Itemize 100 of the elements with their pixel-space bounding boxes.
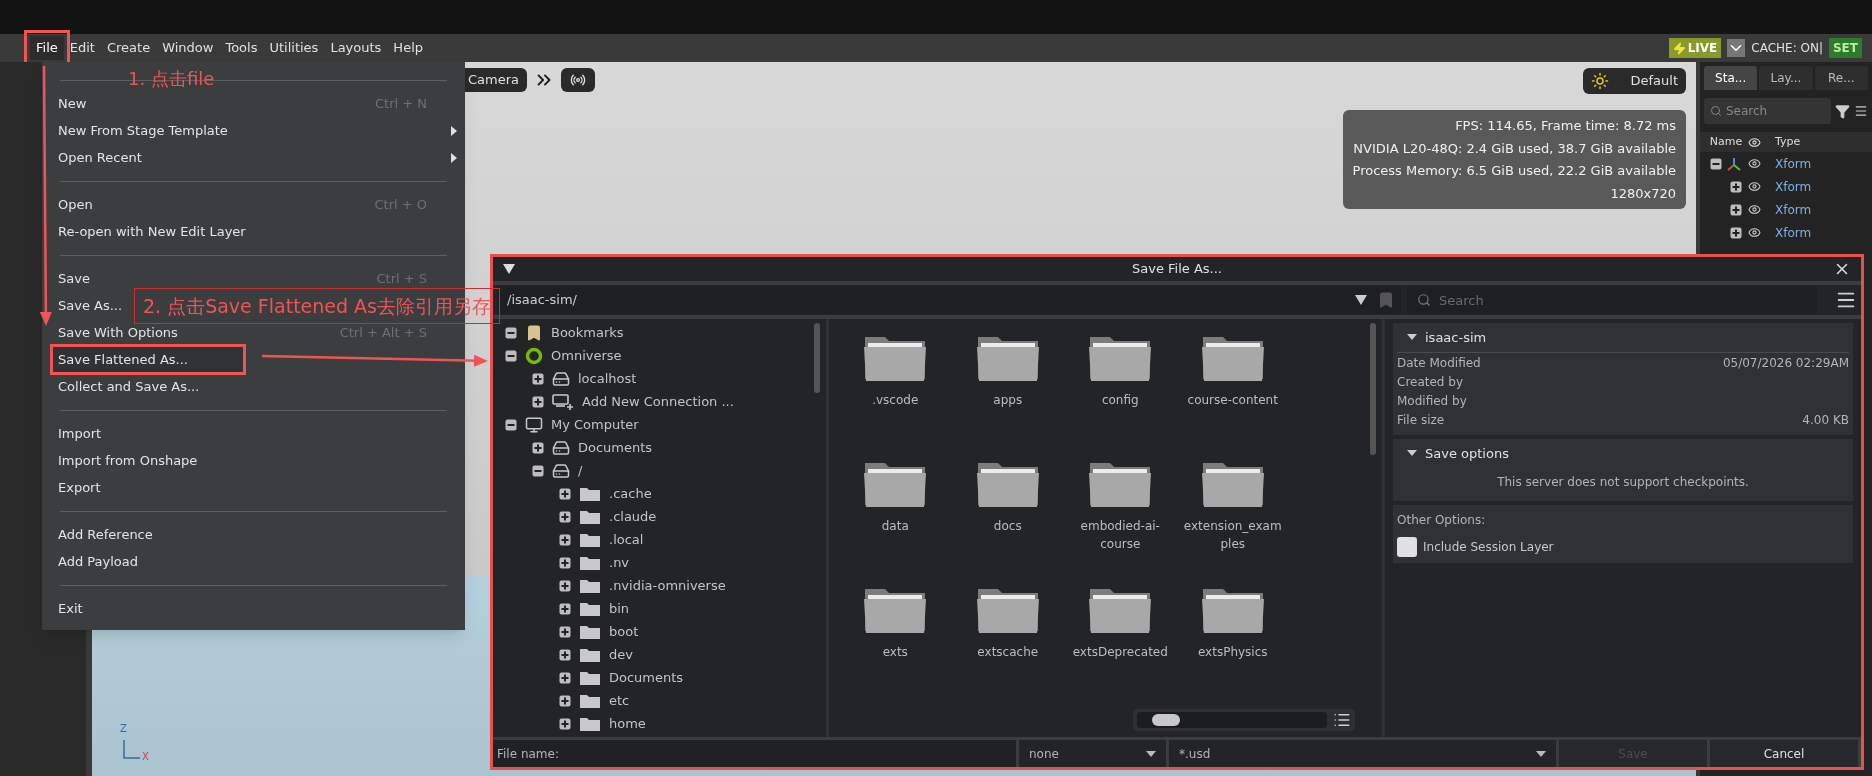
- tree-item[interactable]: Omniverse: [551, 345, 622, 366]
- expand-icon[interactable]: [1730, 226, 1742, 239]
- collapse-icon[interactable]: [505, 349, 517, 362]
- expand-icon[interactable]: [559, 602, 571, 615]
- dropdown-icon[interactable]: [1727, 39, 1746, 57]
- expand-icon[interactable]: [559, 717, 571, 730]
- tree-item[interactable]: .nv: [609, 552, 630, 573]
- collapse-icon[interactable]: [505, 418, 517, 431]
- expanded-caret-icon[interactable]: [1407, 450, 1417, 458]
- expand-icon[interactable]: [1730, 180, 1742, 193]
- collapse-icon[interactable]: [532, 464, 544, 477]
- tree-item[interactable]: .cache: [609, 483, 652, 504]
- expand-icon[interactable]: [559, 533, 571, 546]
- collapse-icon[interactable]: [505, 326, 517, 339]
- broadcast-button[interactable]: [561, 68, 596, 92]
- folder-label[interactable]: extsPhysics: [1180, 643, 1285, 661]
- folder-label[interactable]: .vscode: [843, 391, 948, 409]
- panel-tab[interactable]: Re...: [1814, 66, 1868, 90]
- menu-item[interactable]: Add Reference: [53, 522, 158, 547]
- collapse-icon[interactable]: [1710, 157, 1722, 170]
- list-view-icon[interactable]: [1333, 711, 1351, 729]
- expand-icon[interactable]: [559, 556, 571, 569]
- scrollbar-thumb[interactable]: [814, 323, 820, 393]
- tree-item[interactable]: boot: [609, 621, 639, 642]
- tree-item[interactable]: .local: [609, 529, 644, 550]
- zoom-slider-track[interactable]: [1137, 712, 1327, 728]
- render-mode-button[interactable]: Default: [1582, 68, 1686, 94]
- folder-label[interactable]: docs: [955, 517, 1060, 535]
- menu-item[interactable]: Import from Onshape: [53, 448, 203, 473]
- expand-icon[interactable]: [532, 372, 544, 385]
- folder-label[interactable]: data: [843, 517, 948, 535]
- expand-icon[interactable]: [559, 625, 571, 638]
- menu-bar-item[interactable]: Utilities: [263, 36, 325, 60]
- search-field[interactable]: Search: [1407, 286, 1817, 314]
- menu-item[interactable]: Open Recent: [53, 145, 147, 170]
- menu-bar-item[interactable]: Help: [387, 36, 429, 60]
- tree-item[interactable]: Documents: [609, 667, 684, 688]
- folder-label[interactable]: exts: [843, 643, 948, 661]
- tree-item[interactable]: Documents: [578, 437, 653, 458]
- menu-item[interactable]: Import: [53, 421, 107, 446]
- expand-icon[interactable]: [1730, 203, 1742, 216]
- menu-item[interactable]: Add Payload: [53, 549, 143, 574]
- tree-item[interactable]: /: [578, 460, 583, 481]
- menu-item[interactable]: Collect and Save As...: [53, 374, 205, 399]
- cancel-button[interactable]: Cancel: [1710, 740, 1861, 767]
- panel-tab[interactable]: Lay...: [1759, 66, 1813, 90]
- tree-item[interactable]: dev: [609, 644, 633, 665]
- filter-icon[interactable]: [1835, 103, 1850, 119]
- expand-icon[interactable]: [532, 395, 544, 408]
- expand-icon[interactable]: [559, 694, 571, 707]
- set-badge[interactable]: SET: [1828, 38, 1862, 58]
- tree-item[interactable]: .nvidia-omniverse: [609, 575, 726, 596]
- menu-item[interactable]: Save: [53, 266, 95, 291]
- folder-label[interactable]: extscache: [955, 643, 1060, 661]
- dropdown-triangle-icon[interactable]: [1355, 295, 1367, 305]
- menu-item[interactable]: New: [53, 91, 92, 116]
- folder-label[interactable]: config: [1068, 391, 1173, 409]
- tree-item[interactable]: Add New Connection ...: [582, 391, 734, 412]
- folder-label[interactable]: extension_examples: [1180, 517, 1285, 553]
- expand-icon[interactable]: [532, 441, 544, 454]
- expand-icon[interactable]: [559, 510, 571, 523]
- tree-item[interactable]: Bookmarks: [551, 322, 624, 343]
- menu-item[interactable]: Open: [53, 192, 98, 217]
- menu-bar-item[interactable]: Create: [100, 36, 157, 60]
- menu-icon[interactable]: [1854, 104, 1868, 118]
- tree-item[interactable]: My Computer: [551, 414, 639, 435]
- expand-icon[interactable]: [559, 648, 571, 661]
- path-field[interactable]: /isaac-sim/: [497, 286, 1401, 314]
- menu-item[interactable]: Re-open with New Edit Layer: [53, 219, 251, 244]
- expand-icon[interactable]: [559, 487, 571, 500]
- menu-bar-item[interactable]: Window: [156, 36, 220, 60]
- visibility-icon[interactable]: [1748, 203, 1761, 216]
- search-field[interactable]: Search: [1704, 98, 1831, 124]
- menu-bar-item[interactable]: Layouts: [324, 36, 388, 60]
- menu-item[interactable]: New From Stage Template: [53, 118, 233, 143]
- visibility-icon[interactable]: [1748, 226, 1761, 239]
- menu-bar-item[interactable]: Edit: [63, 36, 101, 60]
- folder-label[interactable]: apps: [955, 391, 1060, 409]
- expanded-caret-icon[interactable]: [1407, 333, 1417, 342]
- scrollbar-thumb[interactable]: [1370, 323, 1376, 455]
- menu-item[interactable]: Save Flattened As...: [53, 347, 243, 372]
- tree-item[interactable]: .claude: [609, 506, 657, 527]
- folder-label[interactable]: embodied-ai-course: [1068, 517, 1173, 553]
- expand-icon[interactable]: [559, 579, 571, 592]
- dropdown[interactable]: none: [1019, 740, 1169, 767]
- menu-bar-item[interactable]: Tools: [219, 36, 264, 60]
- tree-item[interactable]: etc: [609, 690, 630, 711]
- visibility-icon[interactable]: [1748, 180, 1761, 193]
- zoom-slider-thumb[interactable]: [1151, 714, 1180, 726]
- folder-label[interactable]: extsDeprecated: [1068, 643, 1173, 661]
- menu-item[interactable]: Exit: [53, 596, 88, 621]
- collapse-triangle-icon[interactable]: [503, 264, 515, 274]
- tree-item[interactable]: home: [609, 713, 646, 734]
- menu-item[interactable]: Export: [53, 475, 106, 500]
- panel-tab[interactable]: Sta...: [1704, 66, 1758, 90]
- folder-label[interactable]: course-content: [1180, 391, 1285, 409]
- checkbox[interactable]: [1397, 537, 1417, 557]
- tree-item[interactable]: localhost: [578, 368, 637, 389]
- menu-item[interactable]: Save As...: [53, 293, 128, 318]
- tree-item[interactable]: bin: [609, 598, 630, 619]
